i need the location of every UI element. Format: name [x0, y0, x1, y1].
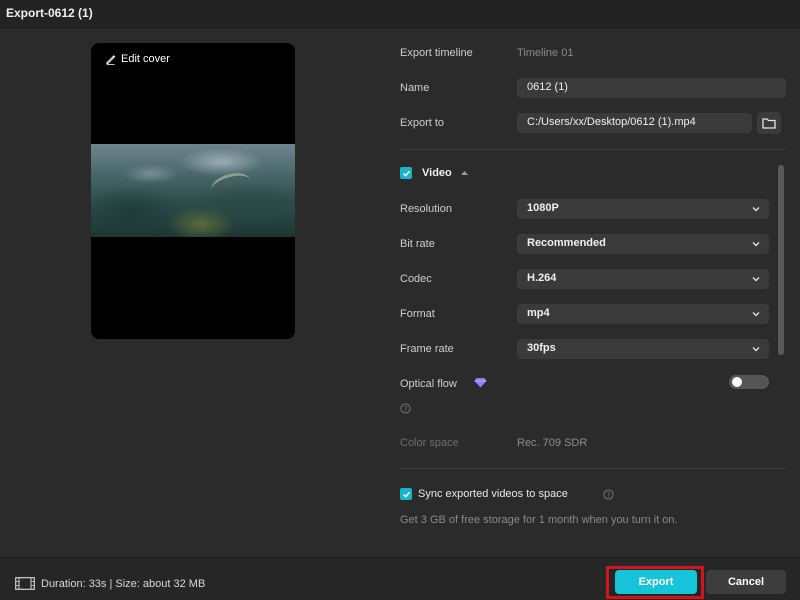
svg-text:?: ?	[607, 491, 611, 499]
codec-label: Codec	[400, 273, 432, 285]
bitrate-select[interactable]: Recommended	[517, 234, 769, 254]
export-button[interactable]: Export	[615, 570, 697, 594]
framerate-select[interactable]: 30fps	[517, 339, 769, 359]
edit-cover-label: Edit cover	[121, 53, 170, 65]
optical-flow-label: Optical flow	[400, 378, 457, 390]
sync-label: Sync exported videos to space	[418, 488, 568, 500]
name-input[interactable]: 0612 (1)	[517, 78, 786, 98]
svg-text:?: ?	[404, 405, 408, 413]
sync-checkbox[interactable]	[400, 488, 412, 500]
codec-select[interactable]: H.264	[517, 269, 769, 289]
divider	[400, 149, 786, 150]
chevron-down-icon	[752, 347, 760, 352]
premium-diamond-icon	[474, 378, 487, 388]
export-to-label: Export to	[400, 117, 445, 129]
name-label: Name	[400, 82, 430, 94]
export-path-input[interactable]: C:/Users/xx/Desktop/0612 (1).mp4	[517, 113, 752, 133]
browse-folder-button[interactable]	[757, 112, 781, 134]
color-space-label: Color space	[400, 437, 459, 449]
checkmark-icon	[402, 170, 410, 177]
divider	[400, 468, 786, 469]
help-icon[interactable]: ?	[400, 403, 411, 414]
format-label: Format	[400, 308, 435, 320]
video-section-label: Video	[422, 167, 452, 179]
optical-flow-toggle[interactable]	[729, 375, 769, 389]
help-icon[interactable]: ?	[603, 489, 614, 500]
resolution-select[interactable]: 1080P	[517, 199, 769, 219]
framerate-value: 30fps	[527, 342, 556, 354]
film-icon	[15, 577, 35, 590]
toggle-knob	[732, 377, 742, 387]
video-thumbnail	[91, 144, 295, 237]
framerate-label: Frame rate	[400, 343, 454, 355]
folder-icon	[762, 118, 776, 129]
bitrate-value: Recommended	[527, 237, 606, 249]
checkmark-icon	[402, 491, 410, 498]
title-bar: Export-0612 (1)	[0, 0, 800, 28]
sync-hint: Get 3 GB of free storage for 1 month whe…	[400, 514, 678, 526]
chevron-down-icon	[752, 207, 760, 212]
resolution-label: Resolution	[400, 203, 452, 215]
color-space-value: Rec. 709 SDR	[517, 437, 588, 449]
panel-scrollbar[interactable]	[778, 165, 784, 355]
chevron-down-icon	[752, 242, 760, 247]
format-value: mp4	[527, 307, 550, 319]
edit-cover-button[interactable]: Edit cover	[105, 53, 170, 65]
pencil-icon	[106, 54, 116, 65]
chevron-down-icon	[752, 312, 760, 317]
export-timeline-value: Timeline 01	[517, 47, 574, 59]
export-timeline-label: Export timeline	[400, 47, 473, 59]
export-info: Duration: 33s | Size: about 32 MB	[15, 577, 205, 590]
codec-value: H.264	[527, 272, 557, 284]
video-checkbox[interactable]	[400, 167, 412, 179]
format-select[interactable]: mp4	[517, 304, 769, 324]
bitrate-label: Bit rate	[400, 238, 435, 250]
duration-size-text: Duration: 33s | Size: about 32 MB	[41, 577, 206, 590]
cover-preview: Edit cover	[91, 43, 295, 339]
window-title: Export-0612 (1)	[6, 6, 93, 20]
cancel-button[interactable]: Cancel	[706, 570, 786, 594]
collapse-caret-icon[interactable]	[460, 170, 469, 176]
resolution-value: 1080P	[527, 202, 559, 214]
chevron-down-icon	[752, 277, 760, 282]
